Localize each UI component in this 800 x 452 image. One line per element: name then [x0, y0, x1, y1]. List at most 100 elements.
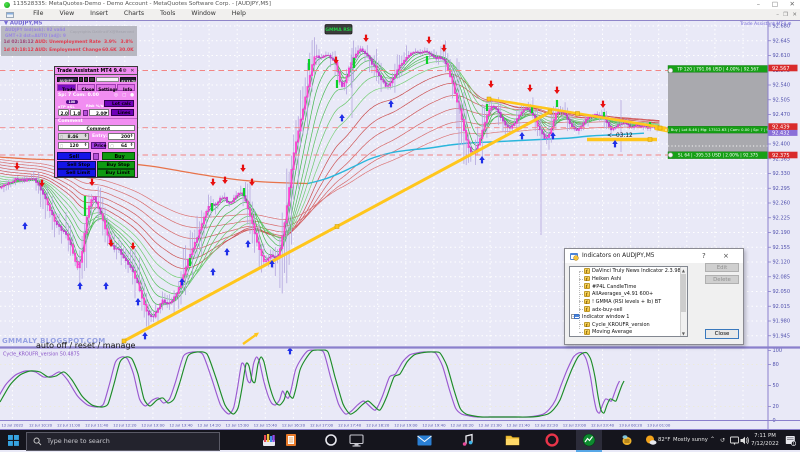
- scroll-thumb[interactable]: [681, 274, 686, 312]
- child-close-button[interactable]: ✕: [792, 12, 797, 18]
- menu-tools[interactable]: Tools: [152, 9, 183, 20]
- trade-levels-panel[interactable]: TP 120 | 791.06 USD | 4.00% | 92.567x | …: [665, 66, 772, 159]
- restore-button[interactable]: □: [772, 0, 778, 8]
- menu-file[interactable]: File: [25, 9, 51, 20]
- dialog-close-icon[interactable]: ×: [723, 252, 729, 260]
- time-scale-label: 12 Jul 11:00: [57, 423, 81, 428]
- child-minimize-button[interactable]: –: [776, 12, 779, 18]
- dialog-scrollbar[interactable]: ▲ ▼: [680, 267, 688, 336]
- clock-date[interactable]: 7/12/2022: [751, 441, 779, 447]
- symbol-prev-button[interactable]: [79, 77, 83, 83]
- comment-input[interactable]: Comment: [58, 125, 135, 132]
- tp-input[interactable]: □ 120 ▲▼: [58, 142, 89, 149]
- price-scale-label: 92.295: [773, 186, 791, 192]
- time-scale-label: 12 Jul 23:40: [591, 423, 615, 428]
- menu-window[interactable]: Window: [183, 9, 223, 20]
- lot-calc-button[interactable]: Lot calc: [104, 100, 134, 107]
- xsl-input[interactable]: 1.0: [70, 109, 81, 116]
- menu-charts[interactable]: Charts: [116, 9, 152, 20]
- price-scale-label: 92.015: [773, 304, 791, 310]
- price-scale-label: 92.610: [773, 53, 791, 59]
- tray-chevron-icon[interactable]: ⌃: [710, 436, 715, 443]
- entry-input[interactable]: 200 ▲▼: [108, 133, 135, 140]
- tab-info[interactable]: Info: [117, 84, 136, 91]
- copy-icon[interactable]: ▢: [122, 93, 126, 98]
- sl-spinner[interactable]: ▲▼: [130, 143, 133, 148]
- buy-button[interactable]: Buy: [102, 152, 136, 160]
- corner-panel-label[interactable]: Trade Assistant MT4 ⊕: [739, 21, 792, 27]
- candle-timer: 21:11:51: [120, 77, 136, 83]
- lock-icon[interactable]: ●: [130, 93, 134, 98]
- tab-trade[interactable]: Trade: [57, 84, 76, 91]
- eye-icon[interactable]: ◎: [114, 93, 118, 98]
- risk-mode-toggle[interactable]: [83, 110, 88, 116]
- time-scale-label: 12 Jul 21:00: [478, 423, 502, 428]
- fx-icon: f: [584, 283, 590, 289]
- lot-input[interactable]: □ 8.46 ▲▼: [58, 133, 89, 140]
- lines-button[interactable]: Lines: [111, 109, 134, 116]
- price-scale-label: 92.400: [773, 142, 791, 148]
- time-scale-label: 12 Jul 13:00: [141, 423, 165, 428]
- blank-field[interactable]: [96, 77, 119, 83]
- news-row2-event: AUD: Employment Change: [35, 48, 101, 53]
- weather-description[interactable]: Mostly sunny: [673, 437, 708, 443]
- sell-button[interactable]: Sell: [57, 152, 91, 160]
- time-scale-label: 13 Jul 00:20: [619, 423, 643, 428]
- timeframe-button[interactable]: [89, 77, 95, 83]
- search-box[interactable]: Type here to search: [26, 432, 220, 451]
- panel-gear-icon[interactable]: ⚙: [123, 68, 127, 74]
- minimize-button[interactable]: –: [757, 0, 760, 8]
- trade-mode-toggle[interactable]: [93, 153, 99, 160]
- symbol-field[interactable]: AUDJPY: [57, 77, 78, 83]
- gmma-rsi-button[interactable]: GMMA RSI: [325, 25, 352, 35]
- symbol-next-button[interactable]: [84, 77, 88, 83]
- trade-assistant-panel: Trade Assistant MT4 9.4 ⚙ ✕ AUDJPY 21:11…: [54, 66, 138, 178]
- menu-bar: FileViewInsertChartsToolsWindowHelp: [0, 9, 800, 21]
- buy-stop-button[interactable]: Buy Stop: [97, 161, 136, 169]
- dialog-help-icon[interactable]: ?: [702, 252, 706, 260]
- child-restore-button[interactable]: ❐: [783, 12, 788, 18]
- sell-limit-button[interactable]: Sell Limit: [57, 169, 96, 177]
- taskbar-metatrader-active[interactable]: [576, 430, 602, 452]
- tree-guide-line: [579, 332, 584, 333]
- price-button[interactable]: Price: [91, 142, 106, 149]
- price-scale-label: 92.470: [773, 112, 791, 118]
- close-button[interactable]: ✕: [790, 0, 795, 8]
- time-scale-label: 12 Jul 12:20: [113, 423, 137, 428]
- risk-dropdown-arrow[interactable]: ▼: [105, 111, 108, 115]
- delete-button[interactable]: Delete: [705, 275, 739, 284]
- tp-spinner[interactable]: ▲▼: [84, 143, 87, 148]
- quick-links[interactable]: auto off / reset / manage: [36, 341, 135, 350]
- indicator-list[interactable]: fDaVinci Truly News Indicator 2.3.98fHei…: [569, 266, 688, 337]
- tab-settings[interactable]: Settings: [96, 84, 116, 91]
- price-scale-label: 92.540: [773, 83, 791, 89]
- indicator-item-label: #P4L CandleTime: [592, 284, 636, 290]
- risk-input[interactable]: 2.00 ▼: [89, 109, 109, 116]
- dialog-title-bar[interactable]: Indicators on AUDJPY,M5 ? ×: [565, 249, 743, 263]
- sell-stop-button[interactable]: Sell Stop: [57, 161, 96, 169]
- entry-spinner[interactable]: ▲▼: [130, 134, 133, 139]
- scroll-up-icon[interactable]: ▲: [682, 268, 685, 273]
- menu-insert[interactable]: Insert: [82, 9, 116, 20]
- risk-pill[interactable]: 100: [66, 100, 78, 104]
- xtp-input[interactable]: 2.0: [58, 109, 69, 116]
- close-dialog-button[interactable]: Close: [705, 329, 739, 339]
- edit-button[interactable]: Edit: [705, 263, 739, 272]
- svg-text:1: 1: [793, 441, 795, 445]
- sl-input[interactable]: □ 64 ▲▼: [108, 142, 135, 149]
- buy-limit-button[interactable]: Buy Limit: [97, 169, 136, 177]
- panel-title-bar[interactable]: Trade Assistant MT4 9.4 ⚙ ✕: [55, 67, 137, 75]
- dialog-title: Indicators on AUDJPY,M5: [582, 253, 655, 259]
- weather-temperature[interactable]: 82°F: [658, 437, 670, 443]
- panel-close-icon[interactable]: ✕: [130, 68, 134, 74]
- sl-value: 64: [121, 144, 127, 149]
- clock-time[interactable]: 7:11 PM: [753, 433, 777, 439]
- menu-help[interactable]: Help: [224, 9, 254, 20]
- time-scale-label: 12 Jul 2022: [1, 423, 24, 428]
- time-scale-label: 12 Jul 22:20: [535, 423, 559, 428]
- menu-view[interactable]: View: [51, 9, 82, 20]
- tab-close[interactable]: Close: [77, 84, 96, 91]
- tray-sync-icon[interactable]: ↺: [720, 437, 725, 444]
- lot-spinner[interactable]: ▲▼: [84, 134, 87, 139]
- scroll-down-icon[interactable]: ▼: [682, 331, 685, 336]
